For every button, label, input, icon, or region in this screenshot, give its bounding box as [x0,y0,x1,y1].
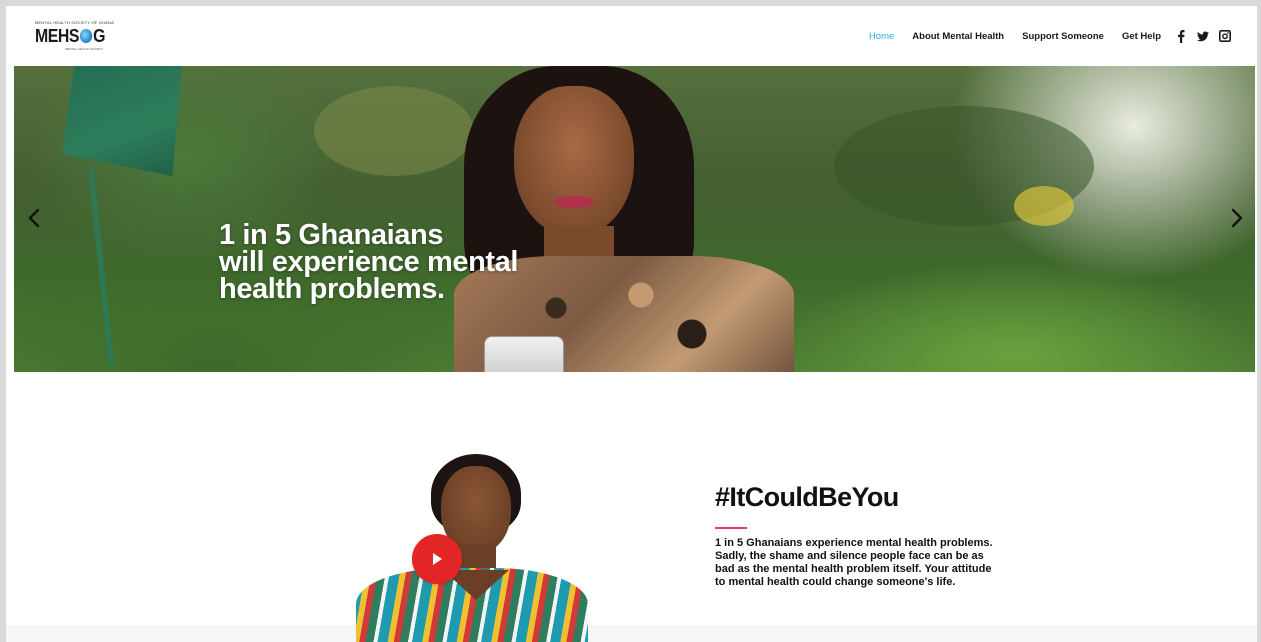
page-frame: MENTAL HEALTH SOCIETY OF GHANA MEHS G MEN… [6,6,1257,642]
slider-next-button[interactable] [1227,206,1247,230]
logo-word-right: G [93,26,105,46]
facebook-icon[interactable] [1175,29,1187,43]
social-links [1175,29,1231,43]
nav-about-mental-health[interactable]: About Mental Health [912,31,1004,42]
nav-get-help[interactable]: Get Help [1122,31,1161,42]
hero-headline: 1 in 5 Ghanaians will experience mental … [219,219,619,305]
logo-word-left: MEHS [35,26,80,46]
accent-divider [715,527,747,529]
logo-tagline: MENTAL HEALTH SOCIETY OF GHANA [35,20,114,25]
site-logo[interactable]: MENTAL HEALTH SOCIETY OF GHANA MEHS G MEN… [35,20,114,51]
feature-section: #ItCouldBeYou 1 in 5 Ghanaians experienc… [6,372,1257,642]
twitter-icon[interactable] [1197,30,1209,42]
play-icon [433,553,442,565]
instagram-icon[interactable] [1219,30,1231,42]
logo-wordmark: MEHS G [35,26,105,47]
chevron-right-icon [1231,208,1243,228]
hero-woman-face [514,86,634,236]
hero-headline-line-1: 1 in 5 Ghanaians [219,219,444,251]
globe-icon [79,29,93,43]
hero-headline-line-3: health problems. [219,273,445,305]
video-thumbnail[interactable] [351,454,591,642]
nav-home[interactable]: Home [869,31,894,42]
section-divider [6,625,1257,642]
hero-banner: 1 in 5 Ghanaians will experience mental … [14,66,1255,372]
hero-phone [484,336,564,372]
hero-woman-photo [454,66,794,372]
hero-yellow-building [1014,186,1074,226]
slider-prev-button[interactable] [24,206,44,230]
logo-subtitle: MENTAL HEALTH SOCIETY [65,47,104,51]
hero-background-pole [87,166,115,366]
nav-support-someone[interactable]: Support Someone [1022,31,1104,42]
site-header: MENTAL HEALTH SOCIETY OF GHANA MEHS G MEN… [6,6,1257,66]
hero-woman-lips [554,196,594,208]
video-play-button[interactable] [412,534,462,584]
hero-background-banner [62,66,182,176]
campaign-hashtag: #ItCouldBeYou [715,482,899,512]
hero-foliage [314,86,474,176]
main-nav: Home About Mental Health Support Someone… [851,28,1231,44]
chevron-left-icon [28,208,40,228]
hero-headline-line-2: will experience mental [219,246,519,278]
campaign-description: 1 in 5 Ghanaians experience mental healt… [715,537,993,588]
